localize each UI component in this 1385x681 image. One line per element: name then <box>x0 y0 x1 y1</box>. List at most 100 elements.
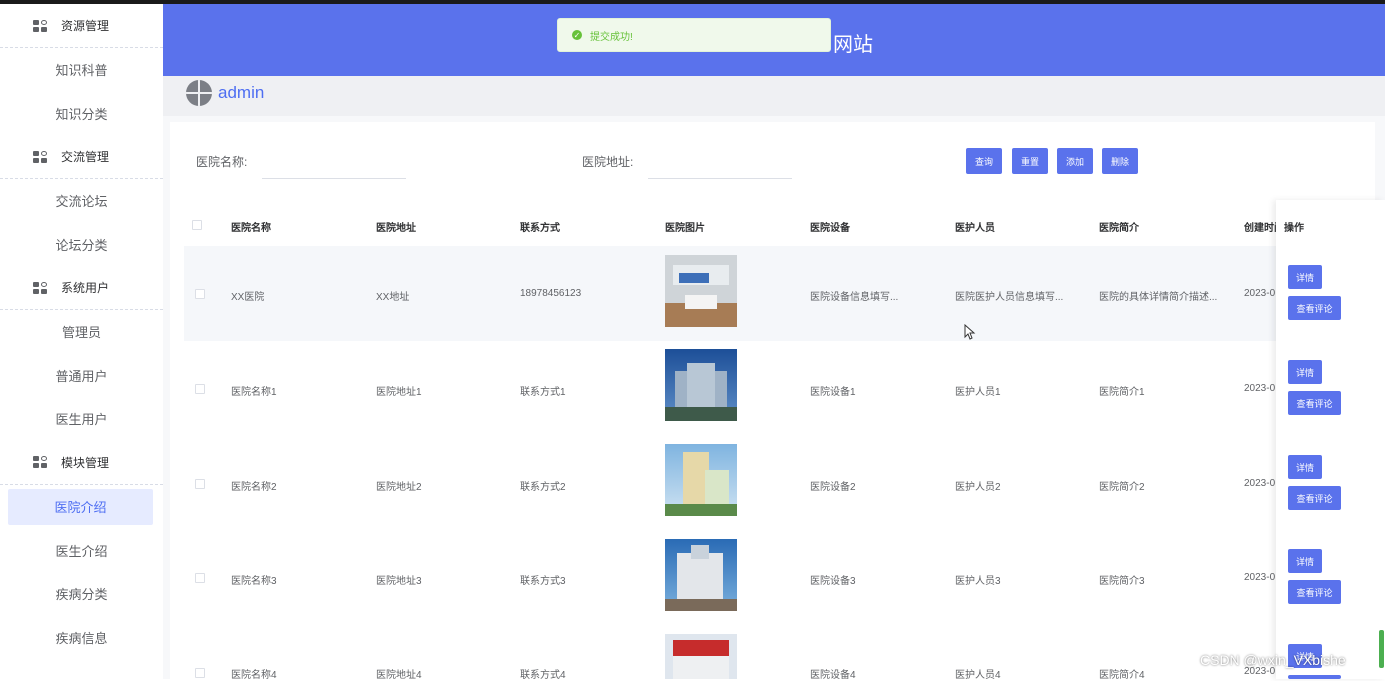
column-header-image: 医院图片 <box>665 223 705 234</box>
toast-message: 提交成功! <box>590 31 633 43</box>
sidebar-item-forum-category[interactable]: 论坛分类 <box>0 223 163 267</box>
view-comments-button[interactable]: 查看评论 <box>1288 486 1341 510</box>
row-checkbox[interactable] <box>195 384 205 394</box>
cell-equipment: 医院设备2 <box>810 482 856 493</box>
cell-staff: 医院医护人员信息填写... <box>955 292 1064 303</box>
sidebar-item-normal-user[interactable]: 普通用户 <box>0 354 163 398</box>
cell-created: 2023-0 <box>1244 572 1276 583</box>
cell-equipment: 医院设备1 <box>810 387 856 398</box>
sidebar-group-label: 交流管理 <box>61 150 110 164</box>
detail-button[interactable]: 详情 <box>1288 265 1322 289</box>
detail-button[interactable]: 详情 <box>1288 455 1322 479</box>
cell-staff: 医护人员1 <box>955 387 1001 398</box>
sidebar-group-label: 资源管理 <box>61 19 110 33</box>
cell-intro: 医院的具体详情简介描述... <box>1099 292 1218 303</box>
cell-intro: 医院简介3 <box>1099 576 1145 587</box>
cell-address: 医院地址3 <box>376 576 422 587</box>
main-content <box>170 122 1375 679</box>
hospital-image[interactable] <box>665 634 737 679</box>
select-all-checkbox[interactable] <box>192 220 202 230</box>
cell-intro: 医院简介2 <box>1099 482 1145 493</box>
cell-name: 医院名称3 <box>231 576 277 587</box>
column-header-staff: 医护人员 <box>955 223 995 234</box>
row-checkbox[interactable] <box>195 289 205 299</box>
success-toast: ✓ 提交成功! <box>557 18 831 52</box>
cell-name: 医院名称2 <box>231 482 277 493</box>
detail-button[interactable]: 详情 <box>1288 549 1322 573</box>
cell-address: XX地址 <box>376 292 410 303</box>
column-header-intro: 医院简介 <box>1099 223 1139 234</box>
cell-created: 2023-0 <box>1244 383 1276 394</box>
hospital-image[interactable] <box>665 349 737 421</box>
sidebar-item-disease-category[interactable]: 疾病分类 <box>0 572 163 616</box>
column-header-address: 医院地址 <box>376 223 416 234</box>
detail-button[interactable]: 详情 <box>1288 360 1322 384</box>
hospital-name-input[interactable] <box>262 152 406 179</box>
cell-created: 2023-0 <box>1244 288 1276 299</box>
sidebar-item-knowledge[interactable]: 知识科普 <box>0 48 163 92</box>
cell-staff: 医护人员2 <box>955 482 1001 493</box>
avatar[interactable] <box>186 80 212 106</box>
column-header-created: 创建时间 <box>1244 223 1276 234</box>
sidebar-item-disease-info[interactable]: 疾病信息 <box>0 616 163 660</box>
row-checkbox[interactable] <box>195 573 205 583</box>
cell-created: 2023-0 <box>1244 478 1276 489</box>
site-title: 网站 <box>833 34 873 56</box>
cell-equipment: 医院设备信息填写... <box>810 292 899 303</box>
view-comments-button[interactable]: 查看评论 <box>1288 391 1341 415</box>
sidebar-item-doctor-intro[interactable]: 医生介绍 <box>0 529 163 573</box>
sidebar-group-label: 系统用户 <box>61 281 110 295</box>
sidebar-group-system-users[interactable]: 系统用户 <box>0 266 163 310</box>
check-circle-icon: ✓ <box>572 30 582 40</box>
sidebar: 资源管理 知识科普 知识分类 交流管理 交流论坛 论坛分类 系统用户 管理员 普… <box>0 4 164 679</box>
cell-name: 医院名称1 <box>231 387 277 398</box>
grid-icon <box>33 150 47 163</box>
sidebar-group-resource[interactable]: 资源管理 <box>0 4 163 48</box>
cell-contact: 联系方式3 <box>520 576 566 587</box>
reset-button[interactable]: 重置 <box>1012 148 1048 174</box>
cell-contact: 联系方式1 <box>520 387 566 398</box>
view-comments-button[interactable]: 查看评论 <box>1288 296 1341 320</box>
sidebar-group-communication[interactable]: 交流管理 <box>0 135 163 179</box>
add-button[interactable]: 添加 <box>1057 148 1093 174</box>
sidebar-item-admin[interactable]: 管理员 <box>0 310 163 354</box>
grid-icon <box>33 19 47 32</box>
hospital-image[interactable] <box>665 255 737 327</box>
cell-staff: 医护人员3 <box>955 576 1001 587</box>
header-bar: ✓ 提交成功! 网站 <box>163 4 1385 76</box>
watermark: CSDN @wxin_VXbishe <box>1200 652 1346 668</box>
hospital-image[interactable] <box>665 444 737 516</box>
query-button[interactable]: 查询 <box>966 148 1002 174</box>
column-header-equipment: 医院设备 <box>810 223 850 234</box>
cell-intro: 医院简介1 <box>1099 387 1145 398</box>
hospital-address-label: 医院地址: <box>582 155 634 169</box>
cell-name: XX医院 <box>231 292 265 303</box>
sidebar-item-doctor-user[interactable]: 医生用户 <box>0 397 163 441</box>
sidebar-group-modules[interactable]: 模块管理 <box>0 441 163 485</box>
sidebar-item-hospital-intro[interactable]: 医院介绍 <box>8 488 153 525</box>
cell-contact: 联系方式2 <box>520 482 566 493</box>
column-header-name: 医院名称 <box>231 223 271 234</box>
sidebar-item-knowledge-category[interactable]: 知识分类 <box>0 92 163 136</box>
cell-address: 医院地址2 <box>376 482 422 493</box>
row-checkbox[interactable] <box>195 479 205 489</box>
row-checkbox[interactable] <box>195 668 205 678</box>
sidebar-item-forum[interactable]: 交流论坛 <box>0 179 163 223</box>
column-header-actions: 操作 <box>1284 223 1304 234</box>
cell-address: 医院地址1 <box>376 387 422 398</box>
cell-equipment: 医院设备3 <box>810 576 856 587</box>
user-bar: admin <box>163 76 1385 116</box>
hospital-name-label: 医院名称: <box>196 155 248 169</box>
username[interactable]: admin <box>218 83 264 103</box>
view-comments-button[interactable] <box>1288 675 1341 679</box>
hospital-image[interactable] <box>665 539 737 611</box>
hospital-address-input[interactable] <box>648 152 792 179</box>
cell-contact: 18978456123 <box>520 288 582 299</box>
view-comments-button[interactable]: 查看评论 <box>1288 580 1341 604</box>
grid-icon <box>33 456 47 468</box>
sidebar-group-label: 模块管理 <box>61 455 110 470</box>
scrollbar-indicator[interactable] <box>1379 630 1384 668</box>
delete-button[interactable]: 删除 <box>1102 148 1138 174</box>
column-header-contact: 联系方式 <box>520 223 560 234</box>
grid-icon <box>33 281 47 294</box>
